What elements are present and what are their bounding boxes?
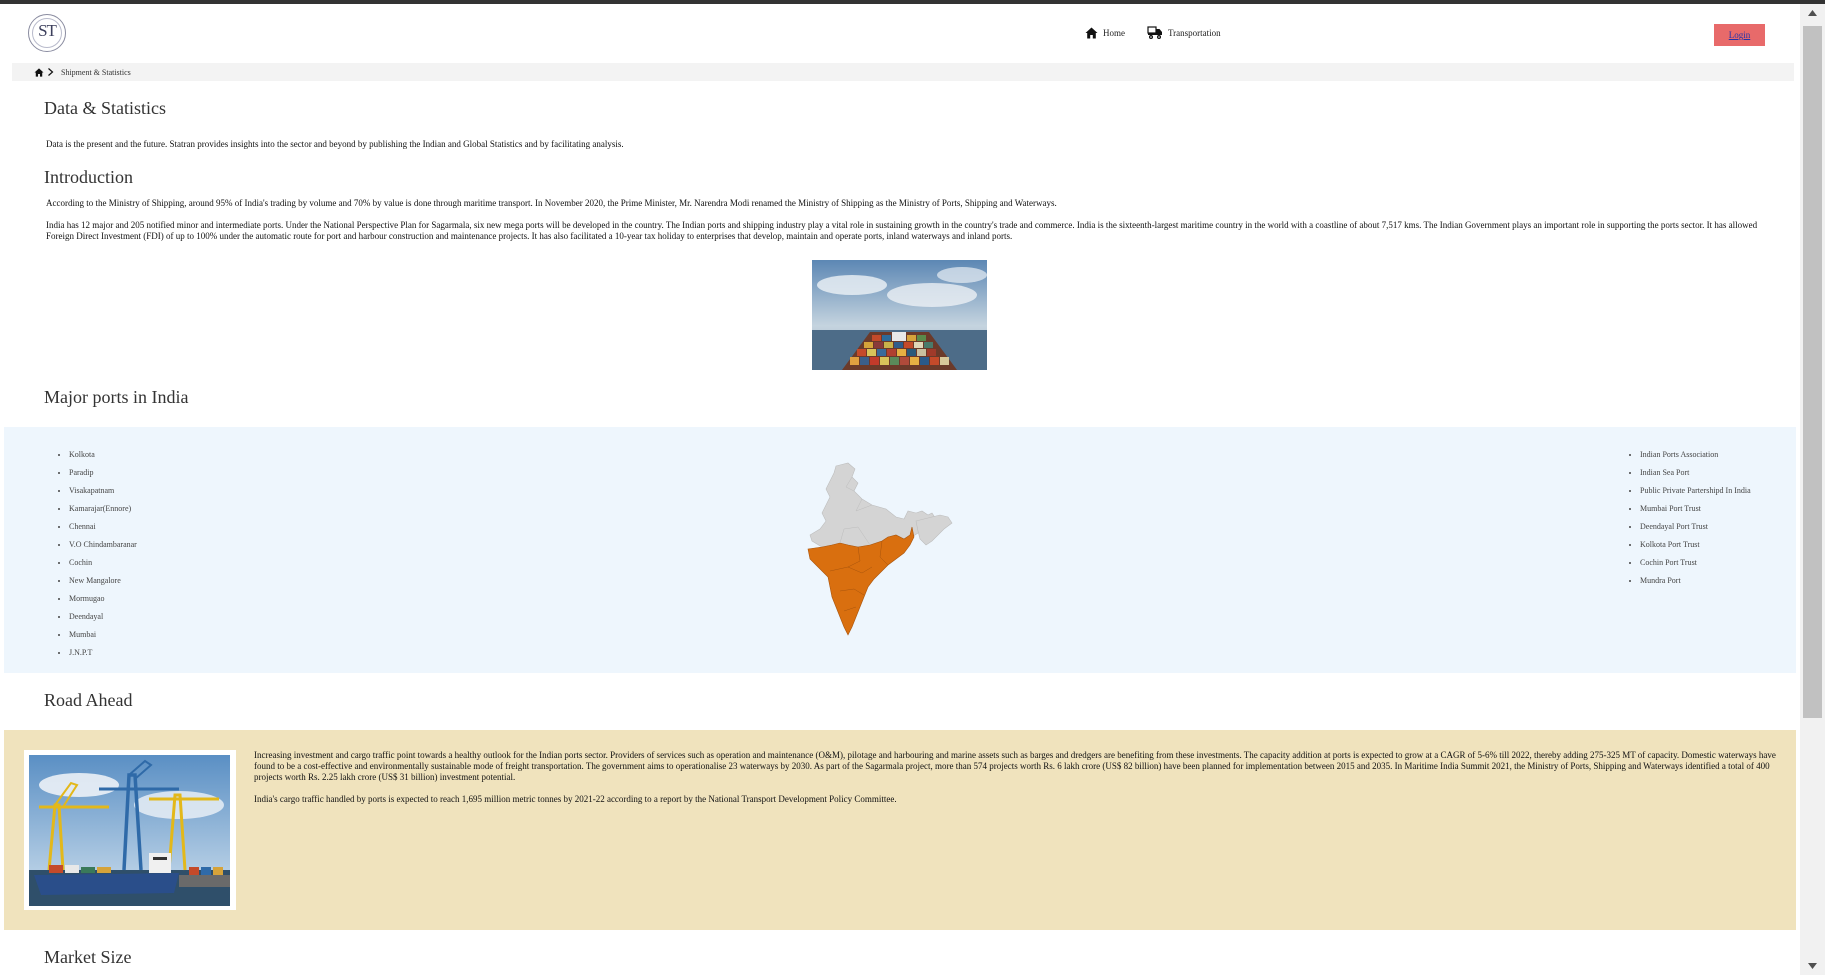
home-icon — [1085, 27, 1098, 39]
port-item: Kamarajar(Ennore) — [69, 500, 137, 518]
data-statistics-title: Data & Statistics — [44, 98, 166, 118]
site-header: ST Home Transportation Login — [0, 4, 1800, 62]
data-statistics-text: Data is the present and the future. Stat… — [46, 139, 624, 149]
port-item: Mormugao — [69, 590, 137, 608]
breadcrumb: Shipment & Statistics — [12, 63, 1794, 81]
triangle-down-icon — [1808, 963, 1817, 969]
port-links-list: Indian Ports Association Indian Sea Port… — [1640, 446, 1751, 590]
road-ahead-section: Increasing investment and cargo traffic … — [4, 730, 1796, 930]
india-map[interactable] — [800, 461, 960, 641]
nav-transportation-label: Transportation — [1168, 28, 1221, 38]
port-item: Visakapatnam — [69, 482, 137, 500]
logo-text: ST — [38, 21, 57, 40]
scroll-down-arrow[interactable] — [1800, 957, 1825, 975]
port-item: Chennai — [69, 518, 137, 536]
main-nav: Home Transportation — [1085, 26, 1221, 40]
port-cranes-image — [29, 755, 230, 906]
triangle-up-icon — [1808, 10, 1817, 16]
port-link[interactable]: Indian Sea Port — [1640, 464, 1751, 482]
login-button[interactable]: Login — [1714, 24, 1765, 46]
truck-icon — [1147, 26, 1162, 39]
introduction-paragraph-2: India has 12 major and 205 notified mino… — [46, 220, 1758, 241]
port-item: New Mangalore — [69, 572, 137, 590]
market-size-title: Market Size — [44, 947, 132, 967]
port-item: J.N.P.T — [69, 644, 137, 662]
nav-home-label: Home — [1103, 28, 1125, 38]
major-ports-section: Kolkota Paradip Visakapatnam Kamarajar(E… — [4, 427, 1796, 673]
road-ahead-paragraph-2: India's cargo traffic handled by ports i… — [254, 794, 897, 804]
port-link[interactable]: Cochin Port Trust — [1640, 554, 1751, 572]
scroll-up-arrow[interactable] — [1800, 4, 1825, 22]
port-cranes-image-frame — [24, 750, 236, 910]
introduction-title: Introduction — [44, 167, 133, 187]
home-icon[interactable] — [34, 67, 44, 77]
port-link[interactable]: Kolkota Port Trust — [1640, 536, 1751, 554]
road-ahead-paragraph-1: Increasing investment and cargo traffic … — [254, 750, 1776, 782]
port-item: Deendayal — [69, 608, 137, 626]
breadcrumb-current: Shipment & Statistics — [61, 67, 131, 77]
port-link[interactable]: Mumbai Port Trust — [1640, 500, 1751, 518]
port-item: Kolkota — [69, 446, 137, 464]
site-logo[interactable]: ST — [28, 14, 66, 52]
port-item: Mumbai — [69, 626, 137, 644]
road-ahead-title: Road Ahead — [44, 690, 133, 710]
page-scrollbar[interactable] — [1800, 4, 1825, 975]
chevron-right-icon — [48, 68, 54, 76]
scroll-thumb[interactable] — [1803, 26, 1822, 718]
major-ports-list: Kolkota Paradip Visakapatnam Kamarajar(E… — [69, 446, 137, 662]
port-item: V.O Chindambaranar — [69, 536, 137, 554]
port-item: Cochin — [69, 554, 137, 572]
container-ship-image — [812, 260, 987, 370]
port-item: Paradip — [69, 464, 137, 482]
port-link[interactable]: Indian Ports Association — [1640, 446, 1751, 464]
port-link[interactable]: Mundra Port — [1640, 572, 1751, 590]
major-ports-title: Major ports in India — [44, 387, 189, 407]
port-link[interactable]: Deendayal Port Trust — [1640, 518, 1751, 536]
nav-home[interactable]: Home — [1085, 27, 1125, 39]
introduction-paragraph-1: According to the Ministry of Shipping, a… — [46, 198, 1057, 208]
nav-transportation[interactable]: Transportation — [1147, 26, 1221, 40]
port-link[interactable]: Public Private Partershipd In India — [1640, 482, 1751, 500]
